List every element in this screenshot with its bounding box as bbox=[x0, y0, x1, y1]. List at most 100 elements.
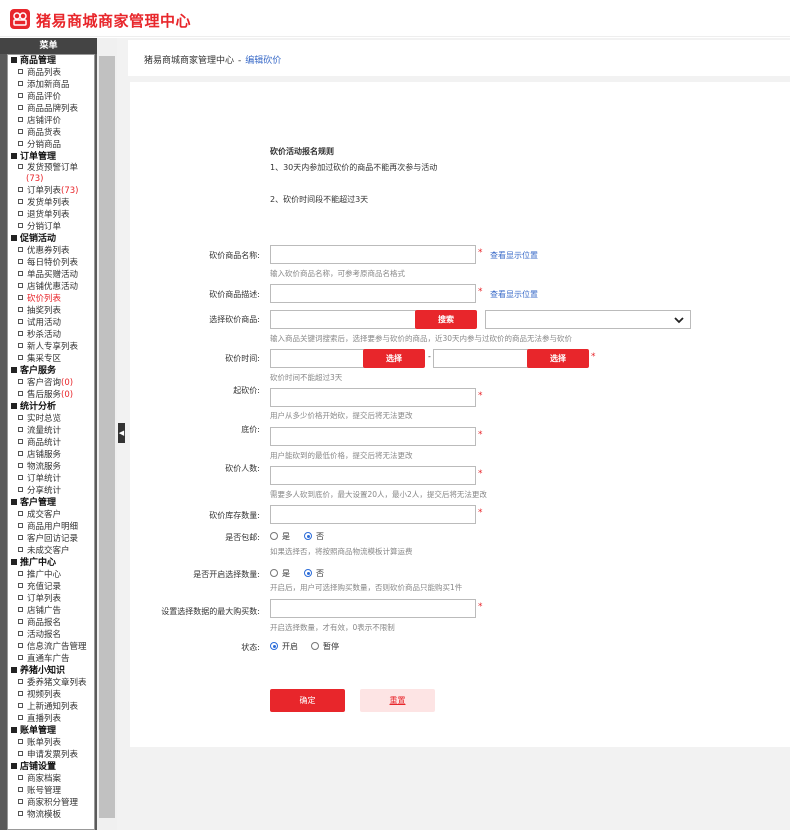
name-preview-link[interactable]: 查看显示位置 bbox=[490, 250, 538, 261]
sidebar-item[interactable]: 直通车广告 bbox=[8, 653, 94, 665]
qty-yes-radio[interactable] bbox=[270, 569, 278, 577]
sidebar-item[interactable]: 退货单列表 bbox=[8, 209, 94, 221]
desc-input[interactable] bbox=[270, 284, 476, 303]
status-on-label[interactable]: 开启 bbox=[282, 641, 298, 652]
sidebar-item[interactable]: 流量统计 bbox=[8, 425, 94, 437]
search-button[interactable]: 搜索 bbox=[415, 310, 477, 329]
menu-group[interactable]: 订单管理 bbox=[8, 151, 94, 163]
sidebar-item[interactable]: 推广中心 bbox=[8, 569, 94, 581]
sidebar-item[interactable]: 集采专区 bbox=[8, 353, 94, 365]
sidebar-item[interactable]: 分销订单 bbox=[8, 221, 94, 233]
menu-group[interactable]: 促销活动 bbox=[8, 233, 94, 245]
product-search-input[interactable] bbox=[270, 310, 416, 329]
submit-button[interactable]: 确定 bbox=[270, 689, 345, 712]
sidebar-item[interactable]: 订单列表(73) bbox=[8, 185, 94, 197]
sidebar-item[interactable]: 商品列表 bbox=[8, 67, 94, 79]
sidebar-item[interactable]: 每日特价列表 bbox=[8, 257, 94, 269]
sidebar-item[interactable]: 账单列表 bbox=[8, 737, 94, 749]
breadcrumb-current[interactable]: 编辑砍价 bbox=[245, 56, 281, 66]
collapse-sidebar-icon[interactable]: ◀ bbox=[118, 423, 125, 443]
qty-no-radio[interactable] bbox=[304, 569, 312, 577]
status-on-radio[interactable] bbox=[270, 642, 278, 650]
sidebar-item[interactable]: 商品统计 bbox=[8, 437, 94, 449]
sidebar-item[interactable]: 实时总览 bbox=[8, 413, 94, 425]
sidebar-item[interactable]: 客户咨询(0) bbox=[8, 377, 94, 389]
sidebar-item[interactable]: 商品评价 bbox=[8, 91, 94, 103]
reset-button[interactable]: 重置 bbox=[360, 689, 435, 712]
sidebar-item[interactable]: 商家档案 bbox=[8, 773, 94, 785]
sidebar-item[interactable]: 成交客户 bbox=[8, 509, 94, 521]
sidebar-item[interactable]: 新人专享列表 bbox=[8, 341, 94, 353]
sidebar-item[interactable]: 客户回访记录 bbox=[8, 533, 94, 545]
sidebar-item[interactable]: 充值记录 bbox=[8, 581, 94, 593]
sidebar-item[interactable]: 商家积分管理 bbox=[8, 797, 94, 809]
shipping-no-radio[interactable] bbox=[304, 532, 312, 540]
start-price-input[interactable] bbox=[270, 388, 476, 407]
menu-group[interactable]: 客户服务 bbox=[8, 365, 94, 377]
sidebar-item[interactable]: 订单列表 bbox=[8, 593, 94, 605]
max-input[interactable] bbox=[270, 599, 476, 618]
menu-group[interactable]: 统计分析 bbox=[8, 401, 94, 413]
status-off-label[interactable]: 暂停 bbox=[323, 641, 339, 652]
sidebar-item[interactable]: 店铺优惠活动 bbox=[8, 281, 94, 293]
sidebar-item[interactable]: 砍价列表 bbox=[8, 293, 94, 305]
sidebar-item[interactable]: 发货单列表 bbox=[8, 197, 94, 209]
menu-group[interactable]: 推广中心 bbox=[8, 557, 94, 569]
sidebar-item[interactable]: 售后服务(0) bbox=[8, 389, 94, 401]
sidebar-item[interactable]: 订单统计 bbox=[8, 473, 94, 485]
sidebar-item[interactable]: 视频列表 bbox=[8, 689, 94, 701]
sidebar-item[interactable]: 店铺评价 bbox=[8, 115, 94, 127]
sidebar-item[interactable]: 物流服务 bbox=[8, 461, 94, 473]
scroll-up-arrow-icon[interactable] bbox=[97, 38, 117, 54]
product-select[interactable] bbox=[485, 310, 691, 329]
sidebar-item[interactable]: 申请发票列表 bbox=[8, 749, 94, 761]
menu-group[interactable]: 账单管理 bbox=[8, 725, 94, 737]
sidebar-item[interactable]: 秒杀活动 bbox=[8, 329, 94, 341]
sidebar-item[interactable]: 账号管理 bbox=[8, 785, 94, 797]
start-time-input[interactable] bbox=[270, 349, 366, 368]
sidebar-item[interactable]: 优惠券列表 bbox=[8, 245, 94, 257]
people-input[interactable] bbox=[270, 466, 476, 485]
sidebar-item-label: 物流服务 bbox=[27, 462, 62, 472]
status-off-radio[interactable] bbox=[311, 642, 319, 650]
menu-group[interactable]: 养猪小知识 bbox=[8, 665, 94, 677]
sidebar-item[interactable]: 抽奖列表 bbox=[8, 305, 94, 317]
sidebar-item[interactable]: 未成交客户 bbox=[8, 545, 94, 557]
qty-no-label[interactable]: 否 bbox=[316, 568, 324, 579]
sidebar-item[interactable]: 店铺服务 bbox=[8, 449, 94, 461]
floor-price-input[interactable] bbox=[270, 427, 476, 446]
shipping-yes-radio[interactable] bbox=[270, 532, 278, 540]
qty-yes-label[interactable]: 是 bbox=[282, 568, 290, 579]
menu-group[interactable]: 店铺设置 bbox=[8, 761, 94, 773]
desc-preview-link[interactable]: 查看显示位置 bbox=[490, 289, 538, 300]
sidebar-item[interactable]: 商品用户明细 bbox=[8, 521, 94, 533]
sidebar-item[interactable]: 商品报名 bbox=[8, 617, 94, 629]
breadcrumb-root[interactable]: 猪易商城商家管理中心 bbox=[144, 56, 234, 66]
sidebar-item[interactable]: 信息流广告管理 bbox=[8, 641, 94, 653]
sidebar-item[interactable]: 委养猪文章列表 bbox=[8, 677, 94, 689]
sidebar-item[interactable]: 添加新商品 bbox=[8, 79, 94, 91]
sidebar-item[interactable]: 发货预警订单(73) bbox=[8, 163, 94, 185]
sidebar-item[interactable]: 活动报名 bbox=[8, 629, 94, 641]
name-input[interactable] bbox=[270, 245, 476, 264]
sidebar-item[interactable]: 店铺广告 bbox=[8, 605, 94, 617]
sidebar-item[interactable]: 上新通知列表 bbox=[8, 701, 94, 713]
end-time-input[interactable] bbox=[433, 349, 529, 368]
shipping-yes-label[interactable]: 是 bbox=[282, 531, 290, 542]
sidebar-item[interactable]: 分享统计 bbox=[8, 485, 94, 497]
end-time-button[interactable]: 选择 bbox=[527, 349, 589, 368]
start-time-button[interactable]: 选择 bbox=[363, 349, 425, 368]
sidebar-item[interactable]: 商品品牌列表 bbox=[8, 103, 94, 115]
scrollbar-thumb[interactable] bbox=[99, 56, 115, 818]
sidebar-item[interactable]: 试用活动 bbox=[8, 317, 94, 329]
stock-input[interactable] bbox=[270, 505, 476, 524]
sidebar-item[interactable]: 直播列表 bbox=[8, 713, 94, 725]
shipping-no-label[interactable]: 否 bbox=[316, 531, 324, 542]
sidebar-item[interactable]: 分销商品 bbox=[8, 139, 94, 151]
sidebar-item[interactable]: 商品货表 bbox=[8, 127, 94, 139]
sidebar-item[interactable]: 单品买赠活动 bbox=[8, 269, 94, 281]
menu-group[interactable]: 商品管理 bbox=[8, 55, 94, 67]
sidebar-item[interactable]: 物流模板 bbox=[8, 809, 94, 821]
sidebar-scrollbar[interactable] bbox=[97, 38, 117, 830]
menu-group[interactable]: 客户管理 bbox=[8, 497, 94, 509]
